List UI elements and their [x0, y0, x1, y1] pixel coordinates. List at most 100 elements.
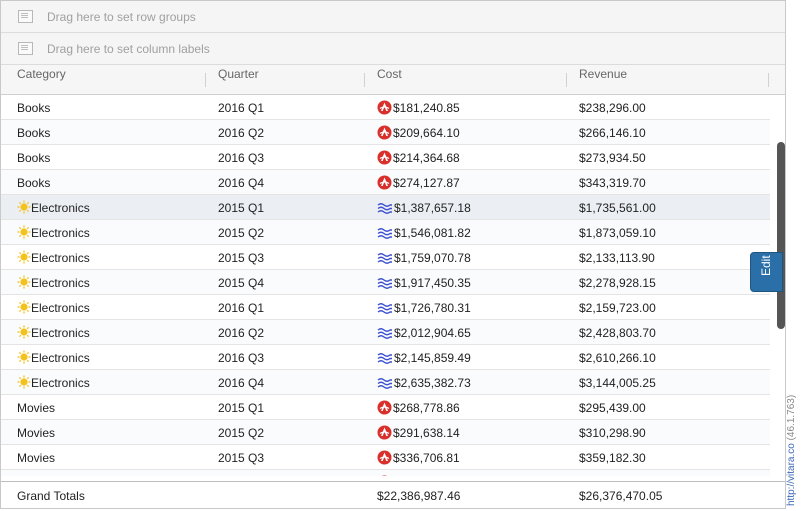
table-row[interactable]: Books 2016 Q1 $181,240.85 $238,296.00: [1, 95, 770, 120]
quarter-cell[interactable]: 2015 Q4: [218, 270, 264, 294]
table-row[interactable]: Electronics 2015 Q3 $1,759,070.78 $2,133,11…: [1, 245, 770, 270]
cost-cell[interactable]: $1,759,070.78: [377, 245, 471, 269]
cost-cell[interactable]: $1,726,780.31: [377, 295, 471, 319]
category-cell[interactable]: Movies: [17, 470, 55, 476]
table-row[interactable]: Electronics 2015 Q2 $1,546,081.82 $1,873,05…: [1, 220, 770, 245]
cost-cell[interactable]: $336,706.81: [377, 445, 460, 469]
revenue-cell[interactable]: $238,296.00: [579, 95, 646, 119]
revenue-cell[interactable]: $388,503.15: [579, 470, 646, 476]
quarter-cell[interactable]: 2016 Q1: [218, 95, 264, 119]
cost-cell[interactable]: $2,012,904.65: [377, 320, 471, 344]
category-cell[interactable]: Electronics: [17, 345, 90, 369]
revenue-cell[interactable]: $2,610,266.10: [579, 345, 656, 369]
header-revenue[interactable]: Revenue: [579, 65, 627, 94]
header-separator[interactable]: [566, 73, 567, 87]
category-text: Movies: [17, 451, 56, 465]
cost-cell[interactable]: $1,917,450.35: [377, 270, 471, 294]
revenue-cell[interactable]: $2,428,803.70: [579, 320, 656, 344]
revenue-cell[interactable]: $295,439.00: [579, 395, 646, 419]
cost-cell[interactable]: $364,741.13: [377, 470, 460, 476]
quarter-cell[interactable]: 2016 Q4: [218, 170, 264, 194]
quarter-cell[interactable]: 2015 Q2: [218, 420, 264, 444]
row-groups-dropzone[interactable]: Drag here to set row groups: [1, 1, 785, 33]
table-row[interactable]: Electronics 2016 Q3 $2,145,859.49 $2,610,26…: [1, 345, 770, 370]
header-cost[interactable]: Cost: [377, 65, 402, 94]
category-cell[interactable]: Books: [17, 95, 50, 119]
cost-text: $214,364.68: [393, 151, 460, 165]
scrollbar-thumb[interactable]: [777, 142, 785, 329]
quarter-cell[interactable]: 2015 Q1: [218, 195, 264, 219]
header-separator[interactable]: [768, 73, 769, 87]
quarter-cell[interactable]: 2016 Q2: [218, 120, 264, 144]
cost-cell[interactable]: $209,664.10: [377, 120, 460, 144]
category-cell[interactable]: Electronics: [17, 370, 90, 394]
cost-cell[interactable]: $291,638.14: [377, 420, 460, 444]
revenue-cell[interactable]: $343,319.70: [579, 170, 646, 194]
cost-text: $2,145,859.49: [394, 351, 471, 365]
revenue-cell[interactable]: $2,159,723.00: [579, 295, 656, 319]
table-row[interactable]: Movies 2015 Q3 $336,706.81 $359,182.30: [1, 445, 770, 470]
revenue-cell[interactable]: $310,298.90: [579, 420, 646, 444]
quarter-cell[interactable]: 2016 Q1: [218, 295, 264, 319]
table-row[interactable]: Electronics 2015 Q1 $1,387,657.18 $1,735,56…: [1, 195, 770, 220]
grid-body[interactable]: Books 2016 Q1 $181,240.85 $238,296.00 Books 2…: [1, 95, 770, 476]
quarter-cell[interactable]: 2015 Q4: [218, 470, 264, 476]
cost-cell[interactable]: $181,240.85: [377, 95, 460, 119]
quarter-cell[interactable]: 2015 Q3: [218, 445, 264, 469]
quarter-cell[interactable]: 2016 Q2: [218, 320, 264, 344]
quarter-cell[interactable]: 2016 Q3: [218, 145, 264, 169]
table-row[interactable]: Movies 2015 Q1 $268,778.86 $295,439.00: [1, 395, 770, 420]
header-quarter[interactable]: Quarter: [218, 65, 259, 94]
vitara-watermark[interactable]: http://vitara.co (46.1.763): [786, 395, 797, 508]
table-row[interactable]: Electronics 2016 Q2 $2,012,904.65 $2,428,80…: [1, 320, 770, 345]
category-cell[interactable]: Electronics: [17, 320, 90, 344]
header-category[interactable]: Category: [17, 65, 66, 94]
table-row[interactable]: Books 2016 Q4 $274,127.87 $343,319.70: [1, 170, 770, 195]
watermark-link[interactable]: http://vitara.co: [786, 443, 797, 506]
category-cell[interactable]: Movies: [17, 445, 55, 469]
category-cell[interactable]: Electronics: [17, 270, 90, 294]
cost-cell[interactable]: $1,546,081.82: [377, 220, 471, 244]
category-cell[interactable]: Books: [17, 170, 50, 194]
revenue-cell[interactable]: $2,133,113.90: [579, 245, 655, 269]
grand-totals-cost: $22,386,987.46: [377, 489, 461, 503]
header-separator[interactable]: [364, 73, 365, 87]
quarter-cell[interactable]: 2015 Q2: [218, 220, 264, 244]
edit-button[interactable]: Edit: [750, 252, 783, 292]
revenue-cell[interactable]: $359,182.30: [579, 445, 646, 469]
category-cell[interactable]: Electronics: [17, 295, 90, 319]
cost-cell[interactable]: $274,127.87: [377, 170, 460, 194]
category-cell[interactable]: Electronics: [17, 195, 90, 219]
revenue-cell[interactable]: $3,144,005.25: [579, 370, 656, 394]
table-row[interactable]: Books 2016 Q2 $209,664.10 $266,146.10: [1, 120, 770, 145]
table-row[interactable]: Movies 2015 Q4 $364,741.13 $388,503.15: [1, 470, 770, 476]
category-cell[interactable]: Electronics: [17, 220, 90, 244]
revenue-cell[interactable]: $1,735,561.00: [579, 195, 656, 219]
table-row[interactable]: Electronics 2016 Q4 $2,635,382.73 $3,144,00…: [1, 370, 770, 395]
quarter-cell[interactable]: 2015 Q1: [218, 395, 264, 419]
revenue-cell[interactable]: $2,278,928.15: [579, 270, 656, 294]
quarter-cell[interactable]: 2015 Q3: [218, 245, 264, 269]
revenue-cell[interactable]: $273,934.50: [579, 145, 646, 169]
table-row[interactable]: Books 2016 Q3 $214,364.68 $273,934.50: [1, 145, 770, 170]
table-row[interactable]: Electronics 2015 Q4 $1,917,450.35 $2,278,92…: [1, 270, 770, 295]
category-cell[interactable]: Books: [17, 120, 50, 144]
quarter-cell[interactable]: 2016 Q4: [218, 370, 264, 394]
revenue-cell[interactable]: $266,146.10: [579, 120, 646, 144]
quarter-cell[interactable]: 2016 Q3: [218, 345, 264, 369]
cost-cell[interactable]: $268,778.86: [377, 395, 460, 419]
cost-cell[interactable]: $214,364.68: [377, 145, 460, 169]
table-row[interactable]: Movies 2015 Q2 $291,638.14 $310,298.90: [1, 420, 770, 445]
revenue-cell[interactable]: $1,873,059.10: [579, 220, 656, 244]
category-cell[interactable]: Electronics: [17, 245, 90, 269]
column-labels-dropzone[interactable]: Drag here to set column labels: [1, 33, 785, 65]
category-cell[interactable]: Books: [17, 145, 50, 169]
header-separator[interactable]: [205, 73, 206, 87]
category-cell[interactable]: Movies: [17, 395, 55, 419]
category-cell[interactable]: Movies: [17, 420, 55, 444]
cost-cell[interactable]: $2,635,382.73: [377, 370, 471, 394]
grand-totals-row: Grand Totals $22,386,987.46 $26,376,470.…: [1, 481, 785, 508]
cost-cell[interactable]: $1,387,657.18: [377, 195, 471, 219]
cost-cell[interactable]: $2,145,859.49: [377, 345, 471, 369]
table-row[interactable]: Electronics 2016 Q1 $1,726,780.31 $2,159,72…: [1, 295, 770, 320]
